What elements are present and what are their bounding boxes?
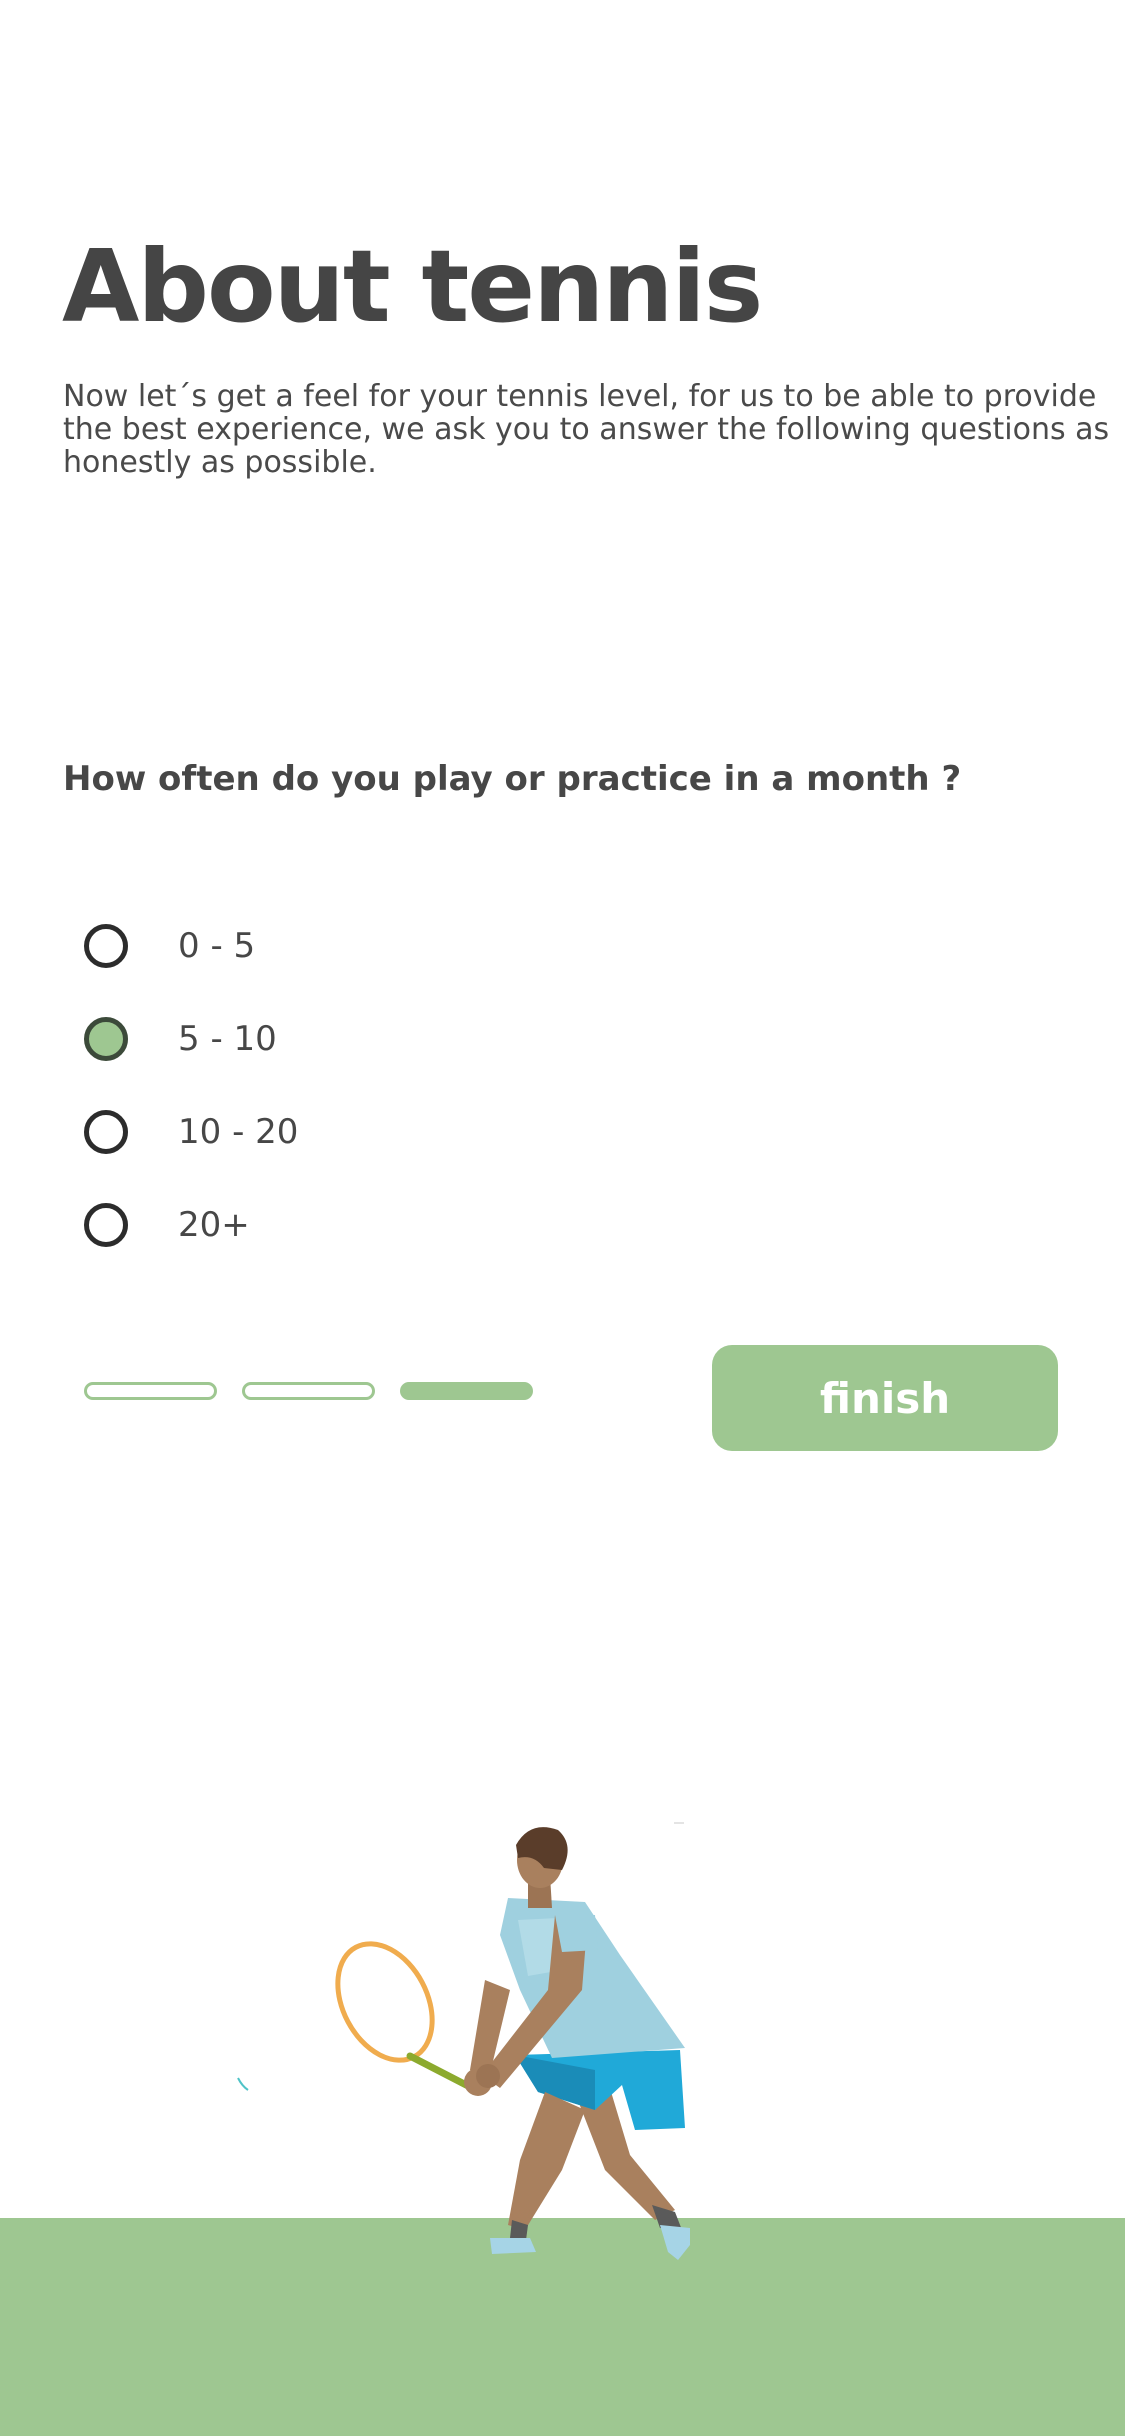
radio-button[interactable] bbox=[84, 1203, 128, 1247]
radio-button-selected[interactable] bbox=[84, 1017, 128, 1061]
intro-text: Now let´s get a feel for your tennis lev… bbox=[63, 379, 1110, 480]
page-title: About tennis bbox=[62, 228, 763, 345]
motion-speck-decoration bbox=[674, 1822, 684, 1824]
option-5-10[interactable]: 5 - 10 bbox=[84, 1003, 684, 1075]
option-0-5[interactable]: 0 - 5 bbox=[84, 910, 684, 982]
option-label: 0 - 5 bbox=[178, 926, 256, 966]
question-text: How often do you play or practice in a m… bbox=[63, 759, 962, 799]
step-progress-indicator bbox=[84, 1382, 533, 1400]
motion-speck-decoration bbox=[237, 2077, 249, 2091]
tennis-player-icon bbox=[335, 1827, 690, 2260]
option-label: 10 - 20 bbox=[178, 1112, 299, 1152]
progress-step-1 bbox=[84, 1382, 217, 1400]
finish-button[interactable]: finish bbox=[712, 1345, 1058, 1451]
option-label: 20+ bbox=[178, 1205, 250, 1245]
answer-options: 0 - 5 5 - 10 10 - 20 20+ bbox=[84, 910, 684, 1282]
progress-step-3-active bbox=[400, 1382, 533, 1400]
radio-button[interactable] bbox=[84, 1110, 128, 1154]
progress-step-2 bbox=[242, 1382, 375, 1400]
radio-button[interactable] bbox=[84, 924, 128, 968]
option-label: 5 - 10 bbox=[178, 1019, 277, 1059]
option-20-plus[interactable]: 20+ bbox=[84, 1189, 684, 1261]
option-10-20[interactable]: 10 - 20 bbox=[84, 1096, 684, 1168]
